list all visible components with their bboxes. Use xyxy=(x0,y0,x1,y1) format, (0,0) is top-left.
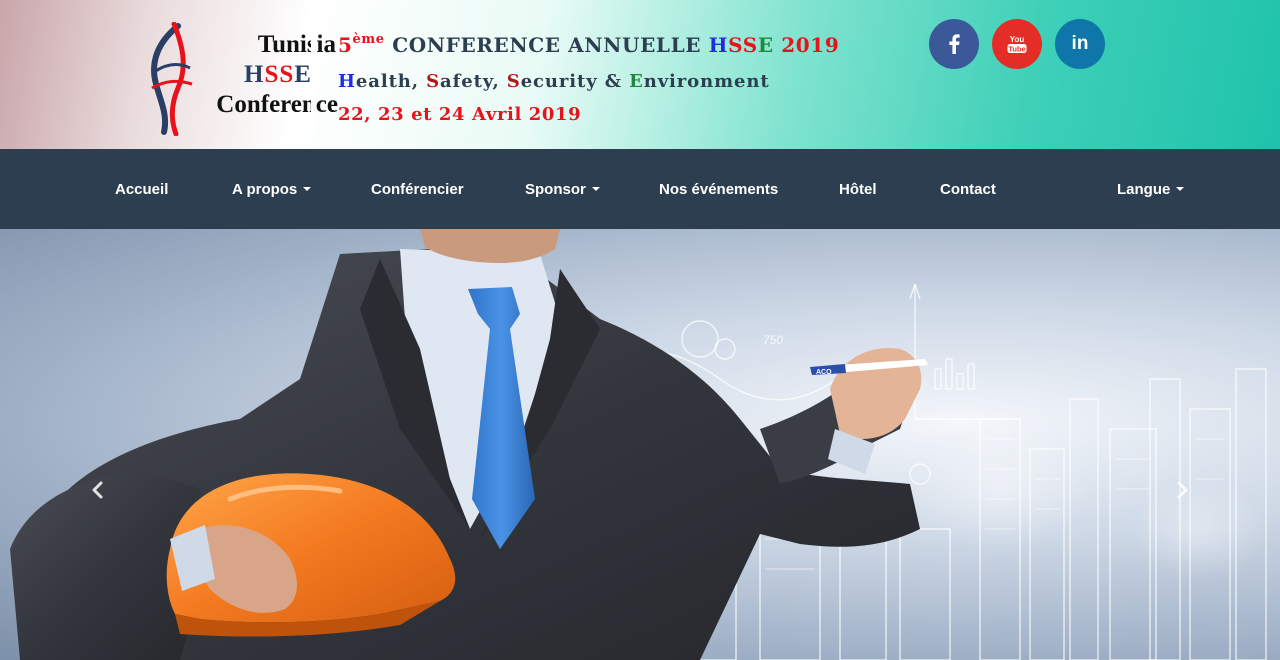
conference-title-block: 5ème CONFERENCE ANNUELLE HSSE 2019 Healt… xyxy=(338,24,839,131)
conference-subtitle: Health, Safety, Security & Environment xyxy=(338,65,839,99)
nav-item-label: Accueil xyxy=(115,181,169,198)
main-navbar: Accueil A propos Conférencier Sponsor No… xyxy=(0,149,1280,229)
chevron-left-icon xyxy=(92,481,103,499)
caret-down-icon xyxy=(1176,187,1185,191)
caret-down-icon xyxy=(591,187,600,191)
banner-divider xyxy=(311,10,316,140)
subtitle-security: ecurity & xyxy=(520,71,630,92)
nav-item-a-propos[interactable]: A propos xyxy=(232,149,312,229)
conference-title-e: E xyxy=(757,33,774,57)
nav-item-langue[interactable]: Langue xyxy=(1117,149,1185,229)
youtube-link[interactable]: You Tube xyxy=(992,19,1042,69)
nav-item-sponsor[interactable]: Sponsor xyxy=(525,149,600,229)
nav-item-contact[interactable]: Contact xyxy=(940,149,996,229)
conference-year: 2019 xyxy=(781,33,840,57)
conference-ordinal: 5 xyxy=(338,33,353,57)
youtube-glyph-bottom: Tube xyxy=(1008,45,1025,54)
subtitle-s2: S xyxy=(506,71,521,92)
linkedin-link[interactable]: in xyxy=(1055,19,1105,69)
nav-item-accueil[interactable]: Accueil xyxy=(115,149,168,229)
nav-item-label: Hôtel xyxy=(839,181,877,198)
subtitle-health: ealth, xyxy=(355,71,427,92)
youtube-icon: You Tube xyxy=(1007,35,1027,54)
nav-item-label: Nos événements xyxy=(659,181,779,198)
nav-item-label: Conférencier xyxy=(371,181,464,198)
carousel-next-button[interactable] xyxy=(1168,475,1198,505)
linkedin-icon: in xyxy=(1071,33,1089,54)
hero-carousel: 750 ACO xyxy=(0,229,1280,660)
chevron-right-icon xyxy=(1177,481,1188,499)
hero-slide-image: 750 ACO xyxy=(10,229,1270,660)
nav-item-label: Langue xyxy=(1117,181,1171,198)
site-logo[interactable]: Tunisia HSSE Conference xyxy=(148,20,338,138)
conference-title-prefix: CONFERENCE ANNUELLE xyxy=(392,33,702,57)
caret-down-icon xyxy=(303,187,312,191)
conference-ordinal-suffix: ème xyxy=(352,32,385,47)
header-banner: Tunisia HSSE Conference 5ème CONFERENCE … xyxy=(0,0,1280,149)
subtitle-environment: nvironment xyxy=(643,71,770,92)
nav-item-nos-evenements[interactable]: Nos événements xyxy=(659,149,778,229)
facebook-link[interactable] xyxy=(929,19,979,69)
carousel-prev-button[interactable] xyxy=(82,475,112,505)
nav-item-hotel[interactable]: Hôtel xyxy=(839,149,877,229)
nav-item-conferencier[interactable]: Conférencier xyxy=(371,149,464,229)
subtitle-e: E xyxy=(629,71,644,92)
conference-dates: 22, 23 et 24 Avril 2019 xyxy=(338,104,582,125)
youtube-glyph-top: You xyxy=(1010,35,1025,44)
subtitle-h: H xyxy=(338,71,356,92)
nav-item-label: Sponsor xyxy=(525,181,586,198)
subtitle-s1: S xyxy=(426,71,441,92)
subtitle-safety: afety, xyxy=(440,71,507,92)
marker-text: ACO xyxy=(816,369,832,376)
conference-title-ss: SS xyxy=(728,33,758,57)
nav-item-label: A propos xyxy=(232,181,298,198)
conference-title-h: H xyxy=(708,33,729,57)
sketch-number: 750 xyxy=(763,333,783,347)
nav-item-label: Contact xyxy=(940,181,996,198)
facebook-icon xyxy=(949,34,960,54)
conference-title: 5ème CONFERENCE ANNUELLE HSSE 2019 xyxy=(338,24,839,61)
